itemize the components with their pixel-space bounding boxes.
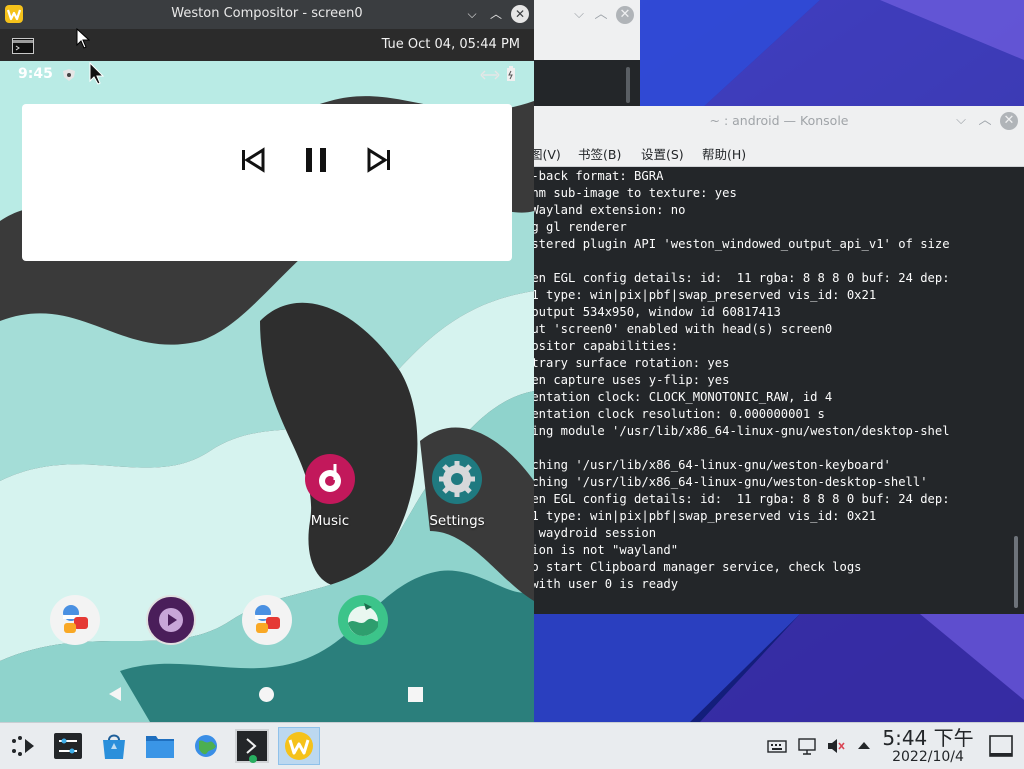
mouse-cursor-icon <box>76 28 90 49</box>
terminal-line: istered plugin API 'weston_windowed_outp… <box>534 237 950 251</box>
terminal-line: -1 type: win|pix|pbf|swap_preserved vis_… <box>534 288 877 302</box>
terminal-line: sen EGL config details: id: 11 rgba: 8 8… <box>534 271 950 285</box>
terminal-line: sentation clock resolution: 0.000000001 … <box>534 407 825 421</box>
konsole-title: ~ : android — Konsole <box>709 113 849 128</box>
menu-help[interactable]: 帮助(H) <box>702 144 746 163</box>
expand-tray-icon[interactable] <box>854 736 874 756</box>
system-settings-icon[interactable] <box>51 729 85 763</box>
mouse-cursor-icon <box>89 62 105 85</box>
maximize-icon[interactable]: ︿ <box>976 112 994 130</box>
discover-store-icon[interactable] <box>97 729 131 763</box>
app-label-music[interactable]: Music <box>285 513 375 529</box>
terminal-launcher-icon[interactable] <box>12 38 34 54</box>
terminal-line: nching '/usr/lib/x86_64-linux-gnu/weston… <box>534 475 928 489</box>
battery-icon <box>507 66 515 81</box>
background-window[interactable]: ⌵ ︿ ✕ <box>534 0 640 106</box>
gear-icon[interactable] <box>432 454 482 504</box>
terminal-line: sion is not "wayland" <box>534 543 679 557</box>
volume-muted-icon[interactable] <box>826 736 846 756</box>
network-icon[interactable] <box>797 736 817 756</box>
terminal-line: d-back format: BGRA <box>534 169 664 183</box>
close-icon[interactable]: ✕ <box>1000 112 1018 130</box>
taskbar: 5:44 下午 2022/10/4 <box>0 722 1024 769</box>
konsole-icon[interactable] <box>235 729 269 763</box>
background-window-content <box>534 60 640 106</box>
shield-icon <box>63 69 75 81</box>
konsole-window[interactable]: ~ : android — Konsole ⌵ ︿ ✕ 图(V) 书签(B) 设… <box>534 106 1024 614</box>
terminal-line: nching '/usr/lib/x86_64-linux-gnu/weston… <box>534 458 891 472</box>
menu-view[interactable]: 图(V) <box>534 144 561 163</box>
taskbar-date[interactable]: 2022/10/4 <box>880 749 976 765</box>
terminal-line: with user 0 is ready <box>534 577 679 591</box>
menu-settings[interactable]: 设置(S) <box>641 144 684 163</box>
terminal-line: itrary surface rotation: yes <box>534 356 730 370</box>
terminal-line: -1 type: win|pix|pbf|swap_preserved vis_… <box>534 509 877 523</box>
media-control-widget[interactable] <box>22 104 512 261</box>
file-manager-icon[interactable] <box>143 729 177 763</box>
terminal-line: sentation clock: CLOCK_MONOTONIC_RAW, id… <box>534 390 833 404</box>
app-label-settings[interactable]: Settings <box>412 513 502 529</box>
contacts-icon[interactable] <box>50 595 100 645</box>
weston-window[interactable]: Weston Compositor - screen0 ⌵ ︿ ✕ Tue Oc… <box>0 0 534 722</box>
maximize-icon[interactable]: ︿ <box>487 5 505 23</box>
minimize-icon[interactable]: ⌵ <box>463 5 481 23</box>
terminal-line: ding module '/usr/lib/x86_64-linux-gnu/w… <box>534 424 950 438</box>
contacts-icon[interactable] <box>242 595 292 645</box>
terminal-line: ng gl renderer <box>534 220 627 234</box>
close-icon[interactable]: ✕ <box>616 6 634 24</box>
status-time: 9:45 <box>18 66 53 82</box>
minimize-icon[interactable]: ⌵ <box>570 6 588 24</box>
recents-icon[interactable] <box>407 686 424 703</box>
rotate-icon <box>480 70 500 80</box>
terminal-line: to start Clipboard manager service, chec… <box>534 560 862 574</box>
menu-bookmarks[interactable]: 书签(B) <box>578 144 621 163</box>
previous-icon[interactable] <box>235 142 271 178</box>
panel-clock: Tue Oct 04, 05:44 PM <box>381 37 520 52</box>
konsole-titlebar[interactable]: ~ : android — Konsole ⌵ ︿ ✕ <box>534 106 1024 136</box>
show-desktop-icon[interactable] <box>988 733 1014 759</box>
background-window-scrollbar[interactable] <box>626 67 630 103</box>
terminal-line: Wayland extension: no <box>534 203 686 217</box>
waydroid-icon[interactable] <box>278 727 320 765</box>
android-status-bar: 9:45 <box>0 61 534 89</box>
close-icon[interactable]: ✕ <box>511 5 529 23</box>
gallery-icon[interactable] <box>338 595 388 645</box>
browser-icon[interactable] <box>189 729 223 763</box>
android-screen[interactable]: 9:45 Music Settings <box>0 61 534 722</box>
video-player-icon[interactable] <box>146 595 196 645</box>
terminal-scrollbar[interactable] <box>1014 536 1018 608</box>
terminal-line: een capture uses y-flip: yes <box>534 373 730 387</box>
weston-titlebar[interactable]: Weston Compositor - screen0 ⌵ ︿ ✕ <box>0 0 534 29</box>
back-icon[interactable] <box>106 685 124 703</box>
home-icon[interactable] <box>258 686 275 703</box>
taskbar-time[interactable]: 5:44 下午 <box>880 727 976 749</box>
terminal-output[interactable]: d-back format: BGRA shm sub-image to text… <box>534 167 1024 614</box>
next-icon[interactable] <box>361 142 397 178</box>
music-icon[interactable] <box>305 454 355 504</box>
terminal-line: output 534x950, window id 60817413 <box>534 305 781 319</box>
app-launcher-icon[interactable] <box>6 729 40 763</box>
terminal-line: sen EGL config details: id: 11 rgba: 8 8… <box>534 492 950 506</box>
terminal-line: put 'screen0' enabled with head(s) scree… <box>534 322 833 336</box>
keyboard-icon[interactable] <box>767 736 787 756</box>
pause-icon[interactable] <box>298 142 334 178</box>
maximize-icon[interactable]: ︿ <box>592 6 610 24</box>
terminal-line: positor capabilities: <box>534 339 679 353</box>
weston-title: Weston Compositor - screen0 <box>171 6 363 21</box>
terminal-line: shm sub-image to texture: yes <box>534 186 737 200</box>
minimize-icon[interactable]: ⌵ <box>952 112 970 130</box>
konsole-menubar: 图(V) 书签(B) 设置(S) 帮助(H) <box>534 136 1024 167</box>
terminal-line: g waydroid session <box>534 526 657 540</box>
